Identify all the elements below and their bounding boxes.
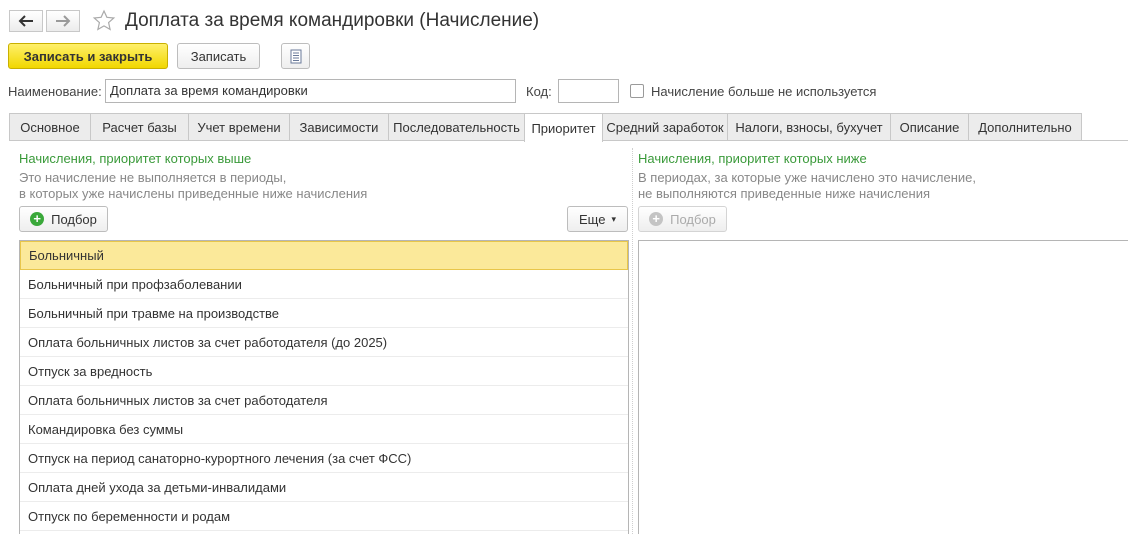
tab-bar: Основное Расчет базы Учет времени Зависимос…: [9, 113, 1082, 142]
more-dropdown-label: Еще: [579, 211, 606, 227]
lower-priority-hint-line1: В периодах, за которые уже начислено это…: [638, 170, 976, 185]
higher-priority-hint: Это начисление не выполняется в периоды,…: [19, 170, 367, 202]
arrow-left-icon: [18, 15, 33, 27]
chevron-down-icon: ▾: [611, 213, 616, 224]
right-pick-button[interactable]: + Подбор: [638, 206, 727, 232]
left-pick-button[interactable]: + Подбор: [19, 206, 108, 232]
page-title: Доплата за время командировки (Начислени…: [125, 10, 540, 31]
tab-10[interactable]: Дополнительно: [968, 113, 1082, 140]
forward-button[interactable]: [46, 10, 80, 32]
tab-6[interactable]: Приоритет: [524, 113, 603, 142]
lower-priority-list: [638, 240, 1128, 534]
list-item[interactable]: Оплата больничных листов за счет работод…: [20, 386, 628, 415]
add-icon: +: [649, 212, 664, 226]
tab-8[interactable]: Налоги, взносы, бухучет: [727, 113, 891, 140]
left-pick-label: Подбор: [51, 211, 97, 227]
tab-7[interactable]: Средний заработок: [602, 113, 728, 140]
tab-1[interactable]: Основное: [9, 113, 91, 140]
higher-priority-hint-line2: в которых уже начислены приведенные ниже…: [19, 186, 368, 201]
list-item[interactable]: Больничный при профзаболевании: [20, 270, 628, 299]
name-field[interactable]: Доплата за время командировки: [105, 79, 516, 103]
list-item[interactable]: Командировка без суммы: [20, 415, 628, 444]
tab-4[interactable]: Зависимости: [289, 113, 389, 140]
unused-checkbox[interactable]: [630, 84, 644, 98]
higher-priority-list: Больничный Больничный при профзаболевании…: [19, 240, 629, 534]
list-item[interactable]: Больничный: [20, 241, 628, 270]
unused-label: Начисление больше не используется: [651, 84, 877, 99]
lower-priority-hint-line2: не выполняются приведенные ниже начислен…: [638, 186, 931, 201]
back-button[interactable]: [9, 10, 43, 32]
tab-2[interactable]: Расчет базы: [90, 113, 189, 140]
lower-priority-hint: В периодах, за которые уже начислено это…: [638, 170, 976, 202]
tab-5[interactable]: Последовательность: [388, 113, 525, 140]
panel-divider: [632, 148, 633, 534]
list-item[interactable]: Отпуск по беременности и родам: [20, 502, 628, 531]
higher-priority-heading: Начисления, приоритет которых выше: [19, 151, 252, 166]
right-pick-label: Подбор: [670, 211, 716, 227]
add-icon: +: [30, 212, 45, 226]
tab-9[interactable]: Описание: [890, 113, 969, 140]
list-item[interactable]: Отпуск на период санаторно-курортного ле…: [20, 444, 628, 473]
code-label: Код:: [526, 84, 552, 99]
save-button[interactable]: Записать: [177, 43, 260, 69]
arrow-right-icon: [56, 15, 71, 27]
document-list-icon: [290, 49, 301, 63]
list-item[interactable]: Больничный при травме на производстве: [20, 299, 628, 328]
higher-priority-hint-line1: Это начисление не выполняется в периоды,: [19, 170, 287, 185]
list-item[interactable]: Отпуск за вредность: [20, 357, 628, 386]
more-actions-button[interactable]: [281, 43, 310, 69]
list-item[interactable]: Оплата больничных листов за счет работод…: [20, 328, 628, 357]
tab-3[interactable]: Учет времени: [188, 113, 290, 140]
code-field[interactable]: [558, 79, 619, 103]
lower-priority-heading: Начисления, приоритет которых ниже: [638, 151, 867, 166]
name-label: Наименование:: [8, 84, 102, 99]
more-dropdown-button[interactable]: Еще ▾: [567, 206, 628, 232]
list-item[interactable]: Оплата дней ухода за детьми-инвалидами: [20, 473, 628, 502]
save-and-close-button[interactable]: Записать и закрыть: [8, 43, 168, 69]
star-icon[interactable]: [92, 9, 116, 33]
